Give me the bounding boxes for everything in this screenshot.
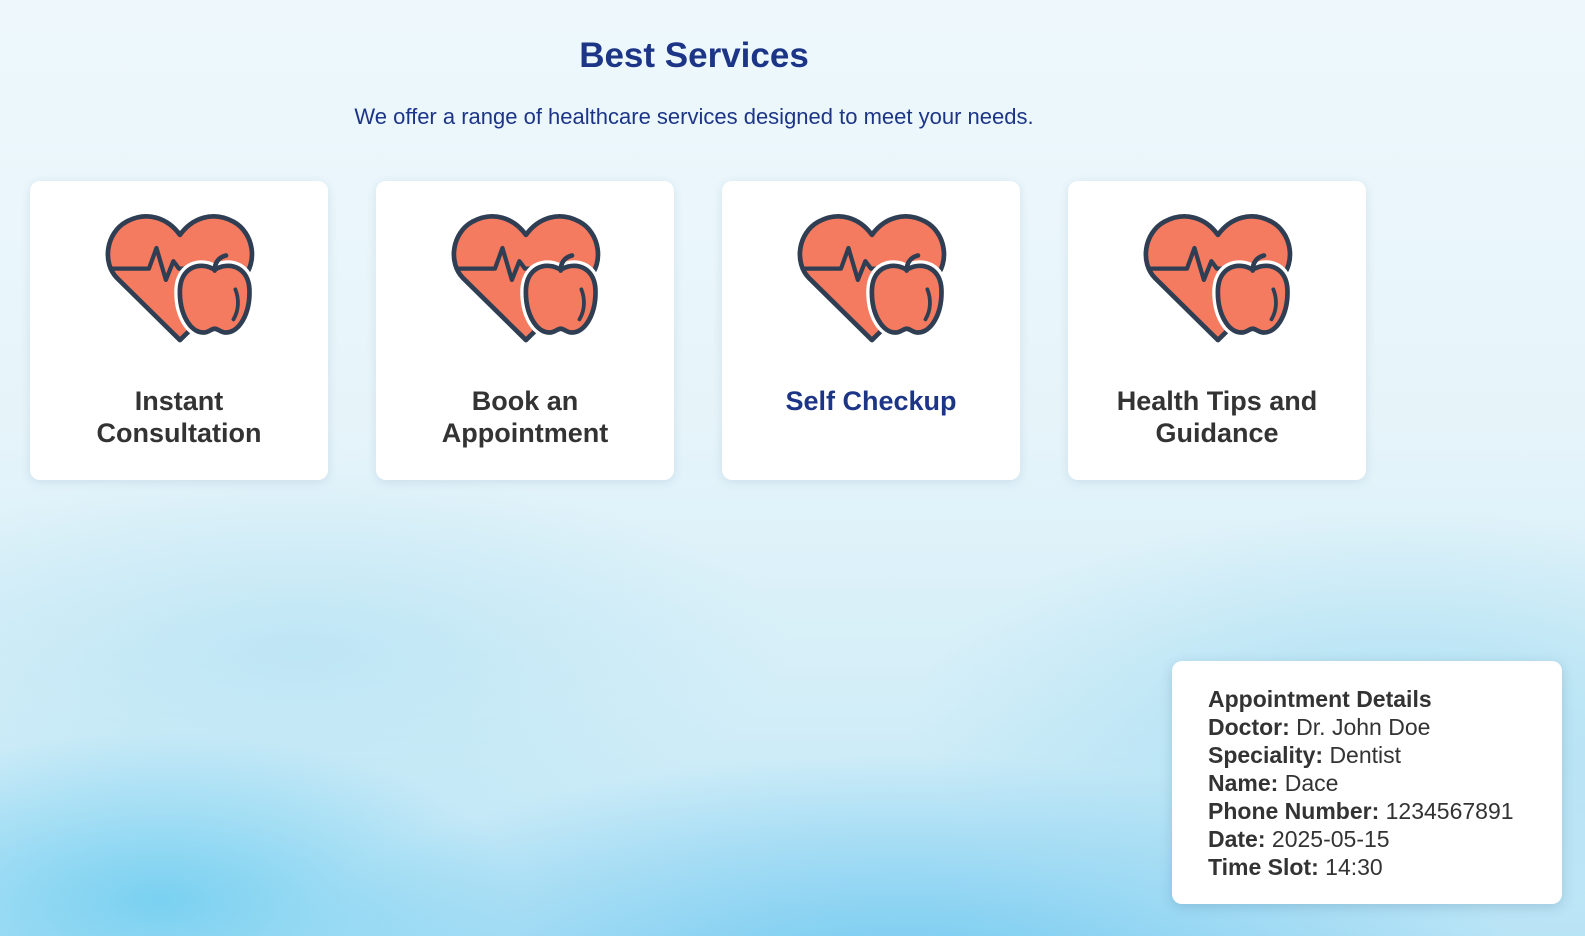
phone-label: Phone Number:: [1208, 798, 1380, 824]
service-card-label: Book an Appointment: [441, 386, 609, 448]
service-card-instant-consultation[interactable]: Instant Consultation: [30, 181, 328, 480]
appointment-speciality-row: Speciality: Dentist: [1208, 741, 1562, 769]
service-card-health-tips[interactable]: Health Tips and Guidance: [1068, 181, 1366, 480]
date-label: Date:: [1208, 826, 1266, 852]
services-grid: Instant Consultation Book an Appointment…: [30, 181, 1366, 480]
time-label: Time Slot:: [1208, 854, 1319, 880]
appointment-date-row: Date: 2025-05-15: [1208, 825, 1562, 853]
doctor-value: Dr. John Doe: [1296, 714, 1431, 740]
appointment-time-row: Time Slot: 14:30: [1208, 853, 1562, 881]
appointment-phone-row: Phone Number: 1234567891: [1208, 797, 1562, 825]
service-card-label: Instant Consultation: [96, 386, 262, 448]
heart-apple-icon: [1140, 209, 1294, 349]
appointment-details-heading: Appointment Details: [1208, 686, 1432, 712]
speciality-value: Dentist: [1329, 742, 1402, 768]
time-value: 14:30: [1325, 854, 1383, 880]
service-card-label: Self Checkup: [785, 386, 957, 416]
appointment-doctor-row: Doctor: Dr. John Doe: [1208, 713, 1562, 741]
service-card-book-appointment[interactable]: Book an Appointment: [376, 181, 674, 480]
service-card-self-checkup[interactable]: Self Checkup: [722, 181, 1020, 480]
service-card-label: Health Tips and Guidance: [1116, 386, 1318, 448]
heart-apple-icon: [102, 209, 256, 349]
heart-apple-icon: [794, 209, 948, 349]
appointment-name-row: Name: Dace: [1208, 769, 1562, 797]
appointment-details-popup: Appointment Details Doctor: Dr. John Doe…: [1172, 661, 1562, 904]
speciality-label: Speciality:: [1208, 742, 1324, 768]
page-title: Best Services: [579, 36, 809, 75]
name-label: Name:: [1208, 770, 1279, 796]
page-subtitle: We offer a range of healthcare services …: [354, 104, 1034, 129]
doctor-label: Doctor:: [1208, 714, 1290, 740]
name-value: Dace: [1284, 770, 1339, 796]
date-value: 2025-05-15: [1271, 826, 1390, 852]
phone-value: 1234567891: [1385, 798, 1514, 824]
heart-apple-icon: [448, 209, 602, 349]
